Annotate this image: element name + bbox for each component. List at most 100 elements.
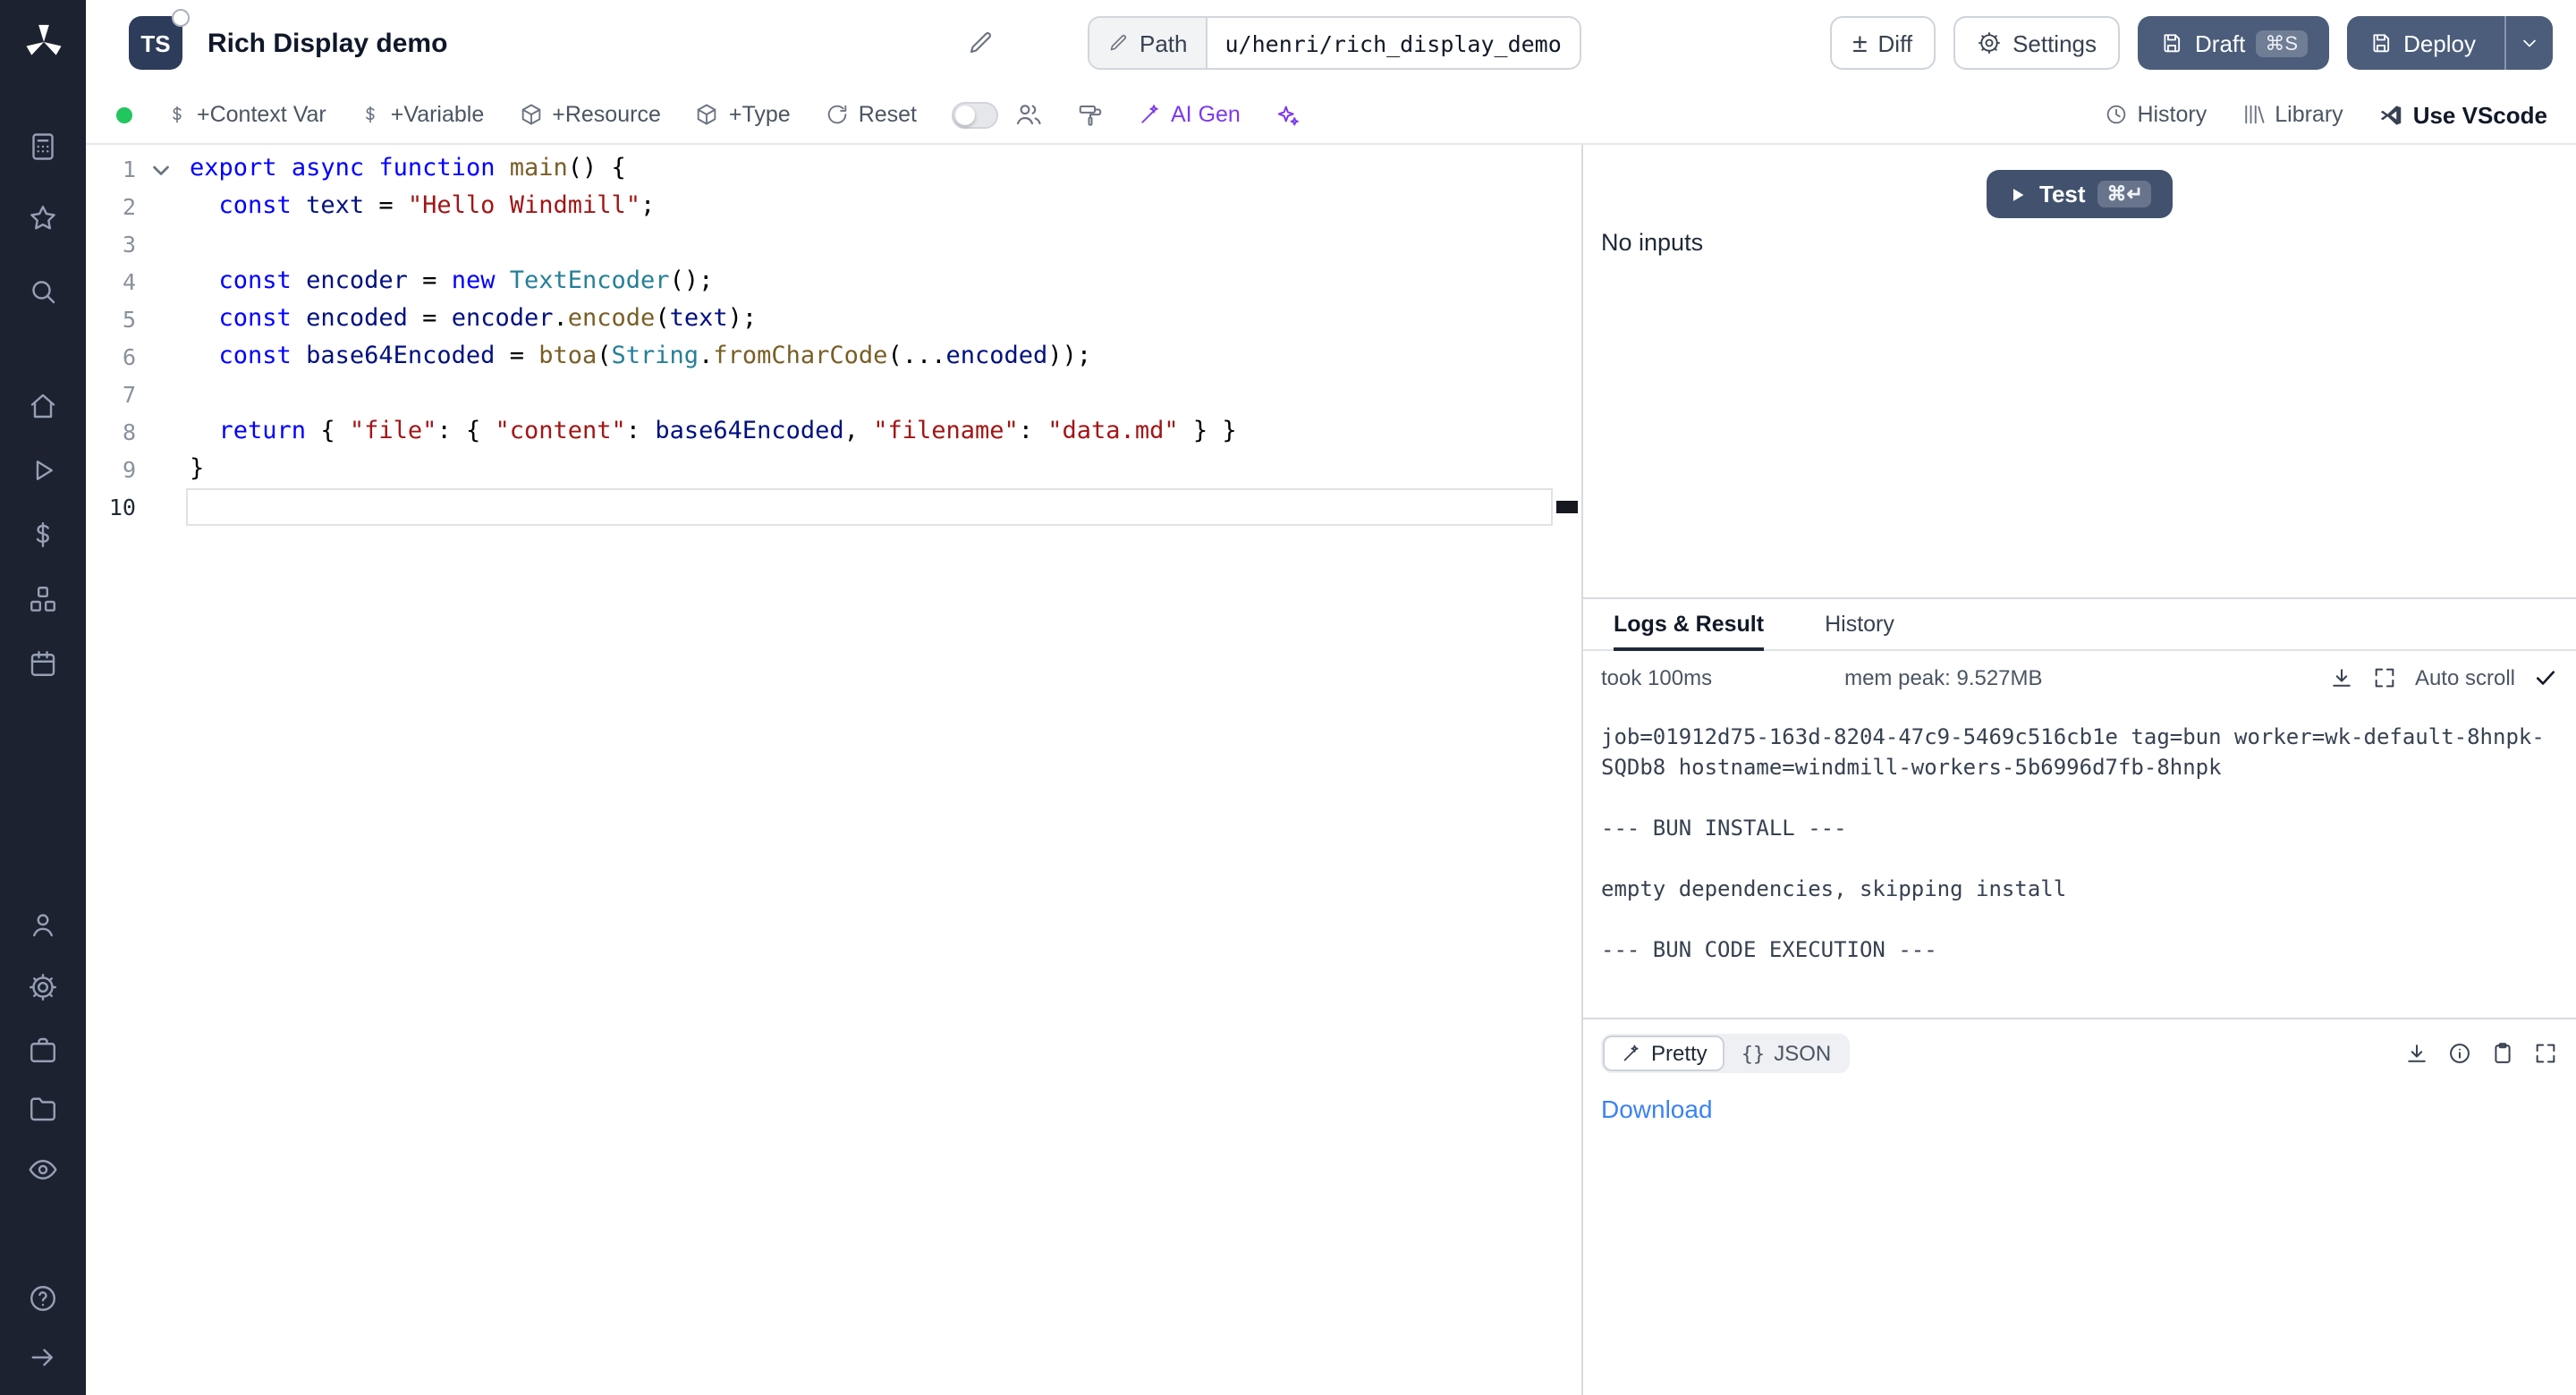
arrow-right-icon (27, 1341, 59, 1374)
code-text[interactable]: const text = "Hello Windmill"; (186, 188, 1553, 225)
download-logs-icon[interactable] (2329, 665, 2354, 690)
code-text[interactable]: const encoder = new TextEncoder(); (186, 263, 1553, 300)
settings-button[interactable]: Settings (1953, 16, 2120, 70)
sidebar-item-runs[interactable] (0, 449, 86, 492)
download-result-icon[interactable] (2404, 1041, 2429, 1066)
check-icon[interactable] (2533, 665, 2558, 690)
users-icon (1013, 100, 1042, 129)
test-button[interactable]: Test ⌘↵ (1986, 170, 2174, 218)
sidebar-item-audit-logs[interactable] (0, 1148, 86, 1191)
windmill-logo[interactable] (0, 20, 86, 63)
code-text[interactable] (186, 376, 1553, 413)
code-text[interactable] (186, 225, 1553, 263)
auto-scroll-label: Auto scroll (2415, 665, 2515, 690)
sidebar-item-resources[interactable] (0, 578, 86, 621)
deploy-dropdown[interactable] (2504, 16, 2553, 70)
code-line-1[interactable]: 1 export async function main() { (86, 150, 1553, 188)
sidebar-item-favorites[interactable] (0, 197, 86, 240)
code-text[interactable]: export async function main() { (186, 150, 1553, 188)
code-line-7[interactable]: 7 (86, 376, 1553, 413)
draft-label: Draft (2195, 30, 2245, 56)
fold-chevron-icon[interactable] (150, 158, 172, 180)
editor-toolbar: +Context Var +Variable +Resource +Type R… (86, 86, 2576, 145)
use-vscode-label: Use VScode (2413, 101, 2547, 128)
code-line-6[interactable]: 6 const base64Encoded = btoa(String.from… (86, 338, 1553, 376)
save-icon (2159, 30, 2184, 55)
info-circle-icon[interactable] (2447, 1041, 2472, 1066)
sidebar-item-variables[interactable] (0, 513, 86, 556)
sidebar-item-settings[interactable] (0, 966, 86, 1009)
rotate-icon (825, 102, 850, 127)
job-logs: job=01912d75-163d-8204-47c9-5469c516cb1e… (1583, 705, 2576, 1018)
sidebar-item-folders[interactable] (0, 1087, 86, 1130)
expand-result-icon[interactable] (2533, 1041, 2558, 1066)
history-button[interactable]: History (2103, 102, 2207, 127)
code-line-9[interactable]: 9} (86, 451, 1553, 488)
sidebar-item-workers[interactable] (0, 1028, 86, 1071)
sidebar-item-home[interactable] (0, 385, 86, 427)
code-line-4[interactable]: 4 const encoder = new TextEncoder(); (86, 263, 1553, 300)
pretty-toggle[interactable]: Pretty (1603, 1036, 1725, 1071)
download-link[interactable]: Download (1601, 1095, 1713, 1123)
add-context-var-label: +Context Var (197, 102, 326, 127)
plus-minus-icon: ± (1852, 30, 1867, 56)
language-badge[interactable]: TS (129, 16, 182, 70)
json-toggle[interactable]: {} JSON (1725, 1037, 1848, 1070)
paint-roller-icon (1076, 101, 1103, 128)
code-editor[interactable]: 1export async function main() {2 const t… (86, 145, 1581, 1395)
ai-gen-button[interactable]: AI Gen (1137, 102, 1241, 127)
add-type-button[interactable]: +Type (695, 102, 791, 127)
reset-button[interactable]: Reset (825, 102, 917, 127)
sidebar-item-calculator[interactable] (0, 125, 86, 168)
code-line-5[interactable]: 5 const encoded = encoder.encode(text); (86, 300, 1553, 338)
line-number: 10 (86, 488, 136, 526)
line-number: 3 (86, 225, 136, 263)
use-vscode-button[interactable]: Use VScode (2377, 101, 2547, 128)
code-text[interactable]: } (186, 451, 1553, 488)
fold-gutter (136, 150, 186, 188)
code-text[interactable] (186, 488, 1553, 526)
code-line-2[interactable]: 2 const text = "Hello Windmill"; (86, 188, 1553, 225)
sidebar-item-users[interactable] (0, 903, 86, 946)
code-text[interactable]: const encoded = encoder.encode(text); (186, 300, 1553, 338)
sidebar-item-schedules[interactable] (0, 642, 86, 685)
line-number: 4 (86, 263, 136, 300)
mem-peak-label: mem peak: 9.527MB (1844, 665, 2042, 690)
code-line-3[interactable]: 3 (86, 225, 1553, 263)
sidebar-item-search[interactable] (0, 270, 86, 313)
add-context-var-button[interactable]: +Context Var (166, 102, 326, 127)
line-number: 1 (86, 150, 136, 188)
tab-logs-result[interactable]: Logs & Result (1614, 599, 1764, 651)
add-resource-button[interactable]: +Resource (518, 102, 661, 127)
test-label: Test (2039, 181, 2086, 207)
multiplayer-toggle[interactable] (951, 101, 997, 128)
expand-logs-icon[interactable] (2372, 665, 2397, 690)
sidebar-item-help[interactable] (0, 1277, 86, 1320)
edit-summary-button[interactable] (966, 29, 995, 57)
search-icon (27, 275, 59, 308)
draft-button[interactable]: Draft ⌘S (2138, 16, 2328, 70)
diff-button[interactable]: ± Diff (1829, 16, 1936, 70)
ai-sparkles-button[interactable] (1275, 101, 1301, 128)
path-control[interactable]: Path u/henri/rich_display_demo (1088, 16, 1581, 70)
tab-history[interactable]: History (1825, 599, 1894, 651)
library-button[interactable]: Library (2241, 102, 2343, 127)
windmill-logo-icon (21, 19, 65, 63)
no-inputs-label: No inputs (1601, 229, 1703, 256)
deploy-main[interactable]: Deploy (2346, 16, 2494, 70)
add-variable-button[interactable]: +Variable (360, 102, 484, 127)
code-line-10[interactable]: 10 (86, 488, 1553, 526)
eye-icon (27, 1154, 59, 1186)
fold-gutter (136, 300, 186, 338)
code-text[interactable]: const base64Encoded = btoa(String.fromCh… (186, 338, 1553, 376)
code-line-8[interactable]: 8 return { "file": { "content": base64En… (86, 413, 1553, 451)
add-variable-label: +Variable (391, 102, 484, 127)
result-section: Pretty {} JSON Download (1583, 1018, 2576, 1141)
fold-gutter (136, 263, 186, 300)
clipboard-copy-icon[interactable] (2490, 1041, 2515, 1066)
sidebar-expand[interactable] (0, 1336, 86, 1379)
format-code-button[interactable] (1076, 101, 1103, 128)
line-number: 2 (86, 188, 136, 225)
deploy-button[interactable]: Deploy (2346, 16, 2553, 70)
code-text[interactable]: return { "file": { "content": base64Enco… (186, 413, 1553, 451)
